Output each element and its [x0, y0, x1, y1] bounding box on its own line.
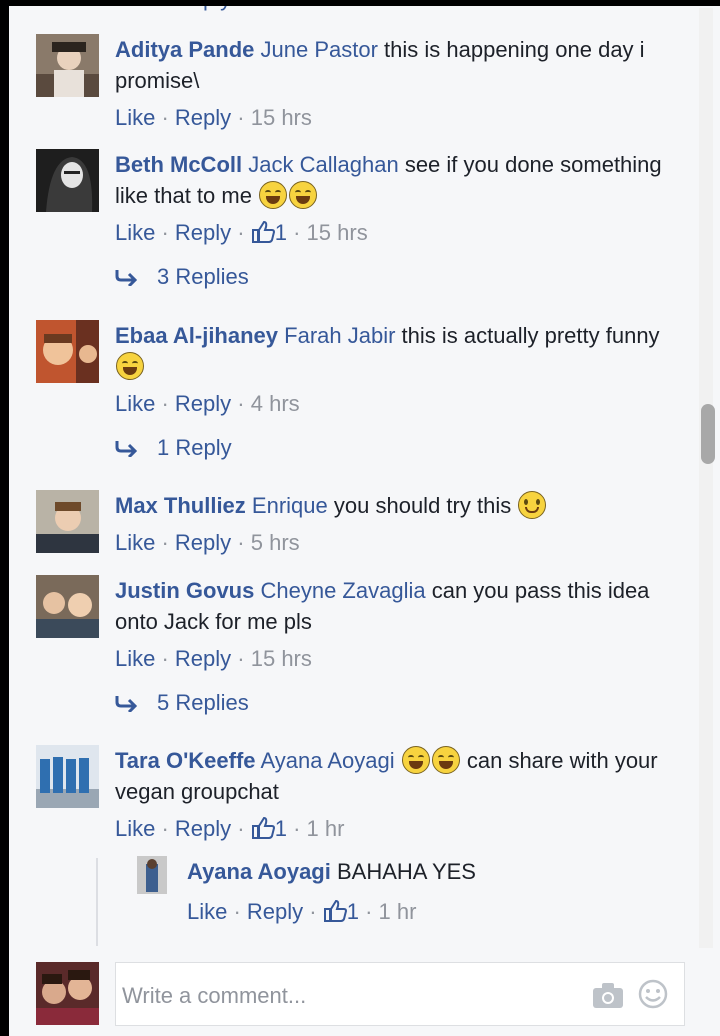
- reply-link[interactable]: Reply: [175, 816, 231, 841]
- timestamp: 15 hrs: [306, 220, 368, 245]
- comment-author[interactable]: Max Thulliez: [115, 493, 246, 518]
- comment-author[interactable]: Beth McColl: [115, 152, 242, 177]
- timestamp: 1 hr: [378, 899, 417, 924]
- laughing-tears-emoji: [401, 746, 430, 774]
- reply-thread-line: [96, 858, 98, 946]
- avatar[interactable]: [36, 320, 99, 383]
- comment-actions: Like · Reply · 15 hrs: [115, 105, 312, 130]
- comment-text: this is actually pretty funny: [401, 323, 660, 348]
- tagged-user[interactable]: Farah Jabir: [284, 323, 395, 348]
- comment-author[interactable]: Aditya Pande: [115, 37, 254, 62]
- comment-body: Max Thulliez Enrique you should try this…: [115, 490, 675, 558]
- window-top-edge: [0, 0, 720, 6]
- like-link[interactable]: Like: [187, 899, 227, 924]
- avatar[interactable]: [36, 575, 99, 638]
- camera-icon[interactable]: [592, 981, 624, 1009]
- scrollbar-track[interactable]: [699, 8, 713, 948]
- avatar[interactable]: [36, 149, 99, 212]
- reply-link[interactable]: Reply: [247, 899, 303, 924]
- replies-count[interactable]: 3 Replies: [157, 264, 249, 289]
- comment-author[interactable]: Ebaa Al-jihaney: [115, 323, 278, 348]
- view-replies-link[interactable]: 5 Replies: [115, 690, 249, 716]
- tagged-user[interactable]: Jack Callaghan: [248, 152, 398, 177]
- reply-link[interactable]: Reply: [175, 391, 231, 416]
- thumbs-up-icon[interactable]: [251, 221, 275, 243]
- like-count[interactable]: 1: [275, 816, 287, 841]
- laughing-tears-emoji: [431, 746, 460, 774]
- comment-body: Ebaa Al-jihaney Farah Jabir this is actu…: [115, 320, 675, 419]
- comment-actions: Like · Reply · 15 hrs: [115, 646, 312, 671]
- comment-composer[interactable]: [115, 962, 685, 1026]
- timestamp: 15 hrs: [250, 646, 312, 671]
- current-user-avatar: [36, 962, 99, 1025]
- replies-count[interactable]: 5 Replies: [157, 690, 249, 715]
- laughing-tears-emoji: [116, 352, 144, 380]
- tagged-user[interactable]: June Pastor: [261, 37, 378, 62]
- like-link[interactable]: Like: [115, 220, 155, 245]
- reply-link[interactable]: Reply: [175, 646, 231, 671]
- comment-actions: Like · Reply · 5 hrs: [115, 530, 300, 555]
- timestamp: 15 hrs: [250, 105, 312, 130]
- laughing-tears-emoji: [259, 181, 288, 209]
- reply-actions: Like · Reply · 1 · 1 hr: [187, 899, 417, 924]
- smiley-icon[interactable]: [638, 979, 668, 1009]
- like-link[interactable]: Like: [115, 105, 155, 130]
- like-count[interactable]: 1: [347, 899, 359, 924]
- reply-arrow-icon: [115, 441, 138, 457]
- avatar[interactable]: [36, 34, 99, 97]
- timestamp: 4 hrs: [250, 391, 300, 416]
- view-replies-link[interactable]: 1 Reply: [115, 435, 232, 461]
- avatar[interactable]: [36, 490, 99, 553]
- timestamp: 5 hrs: [250, 530, 300, 555]
- avatar[interactable]: [137, 856, 167, 894]
- comment-body: Aditya Pande June Pastor this is happeni…: [115, 34, 675, 133]
- reply-author[interactable]: Ayana Aoyagi: [187, 859, 331, 884]
- comment-body: Beth McColl Jack Callaghan see if you do…: [115, 149, 675, 248]
- avatar[interactable]: [36, 745, 99, 808]
- like-link[interactable]: Like: [115, 646, 155, 671]
- comment-body: Tara O'Keeffe Ayana Aoyagi can share wit…: [115, 745, 675, 844]
- tagged-user[interactable]: Cheyne Zavaglia: [260, 578, 425, 603]
- thumbs-up-icon[interactable]: [251, 817, 275, 839]
- like-link[interactable]: Like: [115, 816, 155, 841]
- comment-body: Justin Govus Cheyne Zavaglia can you pas…: [115, 575, 675, 674]
- reply-link[interactable]: Reply: [175, 105, 231, 130]
- reply-link[interactable]: Reply: [175, 530, 231, 555]
- timestamp: 1 hr: [306, 816, 345, 841]
- scrollbar-thumb[interactable]: [701, 404, 715, 464]
- tagged-user[interactable]: Ayana Aoyagi: [260, 748, 394, 773]
- comment-actions: Like · Reply · 4 hrs: [115, 391, 300, 416]
- reply-text: BAHAHA YES: [336, 859, 476, 884]
- comment-actions: Like · Reply · 1 · 15 hrs: [115, 220, 368, 245]
- comment-input[interactable]: [122, 981, 562, 1011]
- comment-author[interactable]: Justin Govus: [115, 578, 254, 603]
- reply-link[interactable]: Reply: [175, 220, 231, 245]
- reply-arrow-icon: [115, 270, 138, 286]
- like-link[interactable]: Like: [115, 530, 155, 555]
- thumbs-up-icon[interactable]: [323, 900, 347, 922]
- laughing-tears-emoji: [289, 181, 318, 209]
- view-replies-link[interactable]: 3 Replies: [115, 264, 249, 290]
- comment-actions: Like · Reply · 1 · 1 hr: [115, 816, 345, 841]
- reply-arrow-icon: [115, 696, 138, 712]
- comment-text: you should try this: [333, 493, 512, 518]
- tagged-user[interactable]: Enrique: [252, 493, 328, 518]
- smile-emoji: [518, 491, 547, 519]
- like-count[interactable]: 1: [275, 220, 287, 245]
- comment-author[interactable]: Tara O'Keeffe: [115, 748, 256, 773]
- like-link[interactable]: Like: [115, 391, 155, 416]
- comments-panel: Like · Reply · 37 mins Aditya Pande June…: [9, 0, 720, 1036]
- reply-body: Ayana Aoyagi BAHAHA YES Like · Reply · 1…: [187, 856, 667, 927]
- replies-count[interactable]: 1 Reply: [157, 435, 232, 460]
